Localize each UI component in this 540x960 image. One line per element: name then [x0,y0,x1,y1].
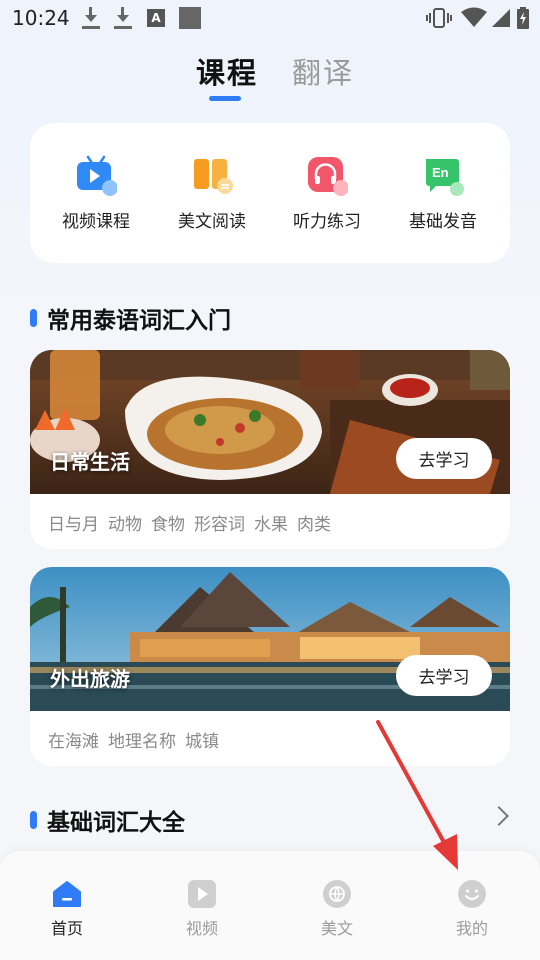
video-play-icon [187,879,217,909]
course-tag[interactable]: 动物 [108,510,142,535]
category-video-course[interactable]: 视频课程 [41,155,151,232]
category-label: 美文阅读 [178,212,246,232]
tab-course[interactable]: 课程 [196,50,258,92]
section-accent-bar [30,309,37,327]
tab-translate[interactable]: 翻译 [292,50,354,92]
category-label: 基础发音 [409,212,477,232]
chevron-right-icon[interactable] [489,806,509,826]
nav-item-video[interactable]: 视频 [157,879,247,939]
en-chat-icon: En [422,155,464,197]
nav-item-articles[interactable]: 美文 [292,879,382,939]
course-tag[interactable]: 肉类 [297,510,331,535]
category-reading[interactable]: 美文阅读 [157,155,267,232]
download-icon [82,7,100,29]
section-accent-bar [30,811,37,829]
course-tag[interactable]: 在海滩 [48,727,99,752]
signal-icon [490,7,512,29]
globe-chat-icon [322,879,352,909]
course-title: 日常生活 [50,450,130,474]
course-card-daily-life[interactable]: 日常生活 去学习 日与月 动物 食物 形容词 水果 肉类 [30,350,510,549]
home-icon [52,879,82,909]
notification-square-icon [179,7,201,29]
svg-text:En: En [432,165,449,180]
headphones-icon [306,155,349,197]
course-tag[interactable]: 日与月 [48,510,99,535]
section-title-basic-vocab[interactable]: 基础词汇大全 [30,803,185,837]
wifi-icon [461,7,487,29]
category-listening[interactable]: 听力练习 [272,155,382,232]
course-tag[interactable]: 水果 [254,510,288,535]
smiley-profile-icon [457,879,487,909]
course-tag[interactable]: 形容词 [194,510,245,535]
go-study-button[interactable]: 去学习 [396,438,492,479]
category-label: 视频课程 [62,212,130,232]
course-card-travel[interactable]: 外出旅游 去学习 在海滩 地理名称 城镇 [30,567,510,766]
section-title-text: 常用泰语词汇入门 [47,308,231,334]
nav-item-home[interactable]: 首页 [22,879,112,939]
course-tags: 日与月 动物 食物 形容词 水果 肉类 [48,510,331,535]
battery-icon [517,7,529,29]
nav-label: 首页 [50,919,83,938]
nav-item-profile[interactable]: 我的 [427,879,517,939]
status-time: 10:24 [12,6,70,30]
nav-label: 我的 [455,919,488,938]
course-tag[interactable]: 食物 [151,510,185,535]
category-label: 听力练习 [293,212,361,232]
course-title: 外出旅游 [50,667,130,691]
category-pronunciation[interactable]: En 基础发音 [388,155,498,232]
course-tags: 在海滩 地理名称 城镇 [48,727,219,752]
nav-label: 美文 [320,919,353,938]
section-title-vocab-intro: 常用泰语词汇入门 [30,301,231,335]
book-icon [191,155,233,197]
a-badge-icon: A [147,9,165,27]
active-tab-indicator [209,96,241,101]
section-title-text: 基础词汇大全 [47,810,185,836]
course-tag[interactable]: 地理名称 [108,727,176,752]
status-bar: 10:24 A [0,0,540,36]
go-study-button[interactable]: 去学习 [396,655,492,696]
download-icon [114,7,132,29]
category-card: 视频课程 美文阅读 听力练习 En 基础发音 [30,123,510,263]
vibrate-icon [426,7,452,29]
course-tag[interactable]: 城镇 [185,727,219,752]
tv-icon [75,155,118,197]
nav-label: 视频 [185,919,218,938]
bottom-nav: 首页 视频 美文 我的 [0,851,540,960]
